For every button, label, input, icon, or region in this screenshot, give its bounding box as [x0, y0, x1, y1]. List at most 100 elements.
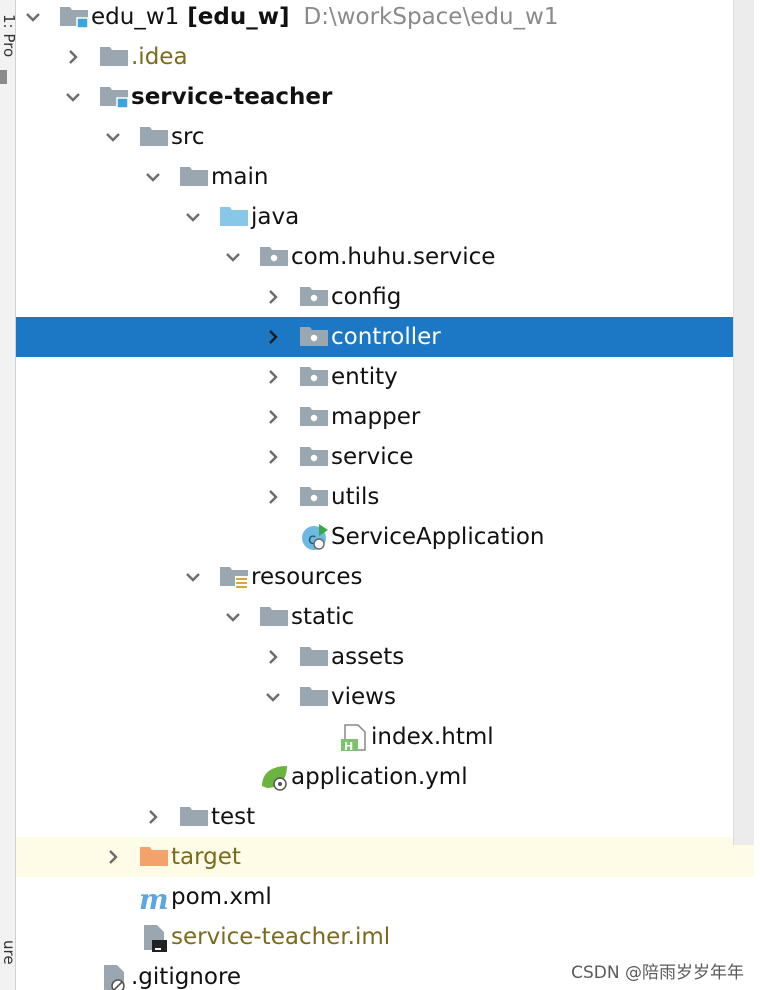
chevron-right-icon[interactable]	[259, 437, 287, 477]
chevron-down-icon[interactable]	[219, 237, 247, 277]
package-icon	[299, 277, 331, 317]
chevron-down-icon[interactable]	[179, 557, 207, 597]
module-folder-icon	[99, 77, 131, 117]
tree-row[interactable]: m pom.xml	[16, 877, 754, 917]
chevron-down-icon[interactable]	[179, 197, 207, 237]
tree-row[interactable]: resources	[16, 557, 754, 597]
tree-row[interactable]: views	[16, 677, 754, 717]
tree-item-label: controller	[331, 324, 441, 350]
tree-item-label: edu_w1	[91, 4, 180, 30]
tree-row[interactable]: .idea	[16, 37, 754, 77]
chevron-right-icon[interactable]	[259, 317, 287, 357]
package-icon	[299, 437, 331, 477]
chevron-down-icon[interactable]	[259, 677, 287, 717]
chevron-right-icon[interactable]	[259, 277, 287, 317]
chevron-down-icon[interactable]	[139, 157, 167, 197]
folder-icon	[139, 117, 171, 157]
resources-folder-icon	[219, 557, 251, 597]
chevron-down-icon[interactable]	[99, 117, 127, 157]
tree-row[interactable]: Hindex.html	[16, 717, 754, 757]
tree-row[interactable]: target	[16, 837, 754, 877]
tree-item-label: main	[211, 164, 269, 190]
tree-item-label: com.huhu.service	[291, 244, 496, 270]
tree-row[interactable]: edu_w1 [edu_w] D:\workSpace\edu_w1	[16, 0, 754, 37]
maven-icon: m	[139, 877, 171, 917]
tree-item-label: pom.xml	[171, 884, 272, 910]
excluded-folder-icon	[139, 837, 171, 877]
chevron-down-icon[interactable]	[219, 597, 247, 637]
tree-row[interactable]: static	[16, 597, 754, 637]
chevron-right-icon[interactable]	[259, 637, 287, 677]
chevron-right-icon[interactable]	[99, 837, 127, 877]
folder-icon	[259, 597, 291, 637]
chevron-right-icon[interactable]	[259, 357, 287, 397]
tree-row[interactable]: entity	[16, 357, 754, 397]
chevron-right-icon[interactable]	[59, 37, 87, 77]
tree-row[interactable]: application.yml	[16, 757, 754, 797]
tree-item-label: service-teacher.iml	[171, 924, 391, 950]
tree-row[interactable]: controller	[16, 317, 754, 357]
tree-row[interactable]: java	[16, 197, 754, 237]
html-file-icon: H	[339, 717, 371, 757]
tree-item-label: .gitignore	[131, 964, 242, 990]
tree-row[interactable]: assets	[16, 637, 754, 677]
tree-item-label: test	[211, 804, 256, 830]
tree-item-label: mapper	[331, 404, 421, 430]
tree-row[interactable]: mapper	[16, 397, 754, 437]
tree-item-label: resources	[251, 564, 363, 590]
vertical-scrollbar[interactable]	[733, 0, 754, 845]
spring-yml-icon	[259, 757, 291, 797]
tree-row[interactable]: utils	[16, 477, 754, 517]
chevron-right-icon[interactable]	[139, 797, 167, 837]
tree-row[interactable]: src	[16, 117, 754, 157]
folder-icon	[299, 637, 331, 677]
project-path: D:\workSpace\edu_w1	[303, 4, 559, 30]
tree-row[interactable]: c ServiceApplication	[16, 517, 754, 557]
chevron-right-icon[interactable]	[259, 477, 287, 517]
tree-row[interactable]: config	[16, 277, 754, 317]
package-icon	[299, 317, 331, 357]
folder-icon	[299, 677, 331, 717]
package-icon	[299, 477, 331, 517]
folder-icon	[179, 797, 211, 837]
folder-icon	[99, 37, 131, 77]
tree-item-label: .idea	[131, 44, 188, 70]
tree-item-label: views	[331, 684, 396, 710]
tree-row[interactable]: main	[16, 157, 754, 197]
tree-row[interactable]: service-teacher.iml	[16, 917, 754, 957]
tree-row[interactable]: test	[16, 797, 754, 837]
tree-item-label: service	[331, 444, 414, 470]
chevron-down-icon[interactable]	[19, 0, 47, 37]
source-folder-icon	[219, 197, 251, 237]
package-icon	[259, 237, 291, 277]
tree-row[interactable]: service-teacher	[16, 77, 754, 117]
chevron-right-icon[interactable]	[259, 397, 287, 437]
project-tree: edu_w1 [edu_w] D:\workSpace\edu_w1 .idea ser…	[16, 0, 760, 990]
tree-item-label: service-teacher	[131, 84, 333, 110]
tree-row[interactable]: service	[16, 437, 754, 477]
chevron-down-icon[interactable]	[59, 77, 87, 117]
tree-row[interactable]: com.huhu.service	[16, 237, 754, 277]
